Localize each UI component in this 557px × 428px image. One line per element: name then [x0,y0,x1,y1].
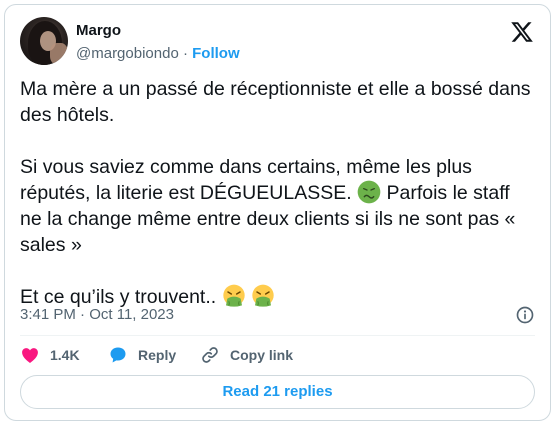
tweet-time: 3:41 PM [20,306,76,323]
like-button[interactable]: 1.4K [20,345,80,365]
tweet-date: Oct 11, 2023 [89,306,174,323]
nauseated-face-icon [357,180,381,204]
divider [20,335,535,336]
heart-icon [22,348,38,363]
author-handle-row: @margobiondo · Follow [76,45,240,62]
info-icon[interactable] [515,305,535,325]
vomiting-face-icon [222,284,245,307]
tweet-paragraph-3-text: Et ce qu’ils y trouvent.. [20,286,217,308]
follow-button[interactable]: Follow [192,45,240,62]
reply-button[interactable]: Reply [108,345,176,365]
copy-link-button[interactable]: Copy link [200,345,293,365]
tweet-paragraph-2: Si vous saviez comme dans certains, même… [20,154,535,258]
author-handle[interactable]: @margobiondo [76,45,179,62]
handle-separator: · [182,45,188,62]
copy-link-label: Copy link [230,347,294,363]
author-name[interactable]: Margo [76,22,121,39]
like-count: 1.4K [50,347,80,363]
x-logo-icon[interactable] [510,20,534,44]
link-icon [202,347,218,363]
tweet-paragraph-1: Ma mère a un passé de réceptionniste et … [20,78,531,126]
avatar[interactable] [20,17,68,65]
read-replies-button[interactable]: Read 21 replies [20,375,535,409]
vomiting-face-icon [252,284,274,307]
timestamp-separator: · [80,306,86,323]
tweet-text: Ma mère a un passé de réceptionniste et … [20,76,535,310]
reply-bubble-icon [110,347,126,363]
reply-label: Reply [138,347,177,363]
tweet-timestamp[interactable]: 3:41 PM · Oct 11, 2023 [20,306,174,323]
